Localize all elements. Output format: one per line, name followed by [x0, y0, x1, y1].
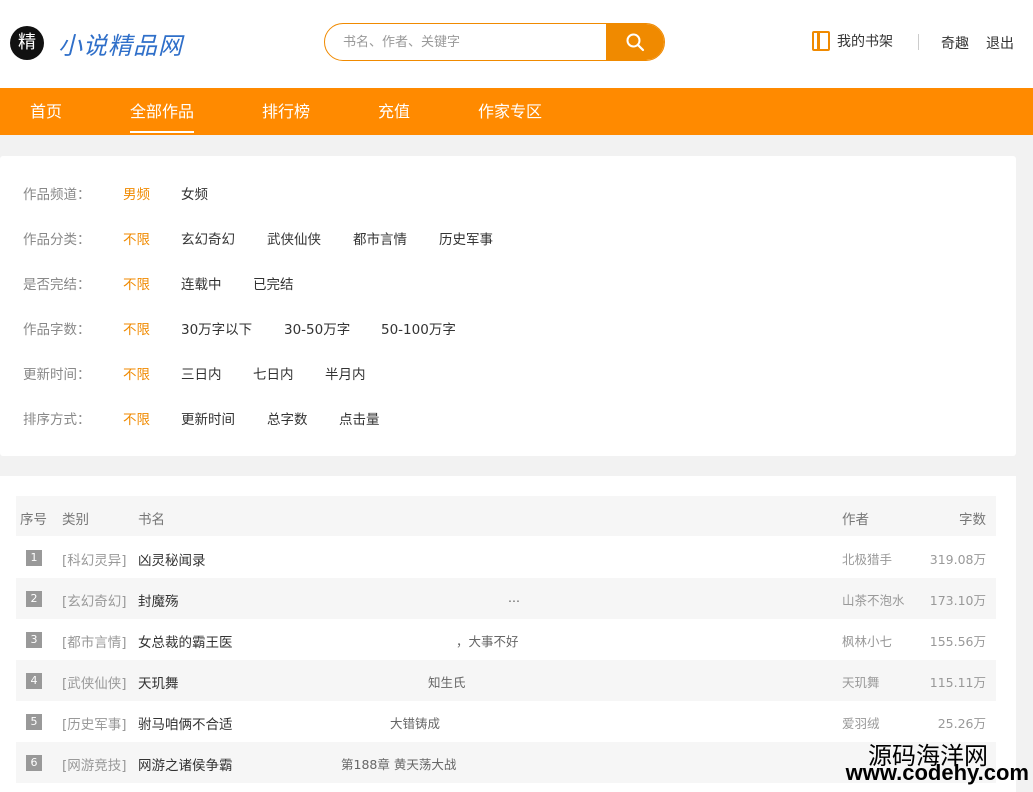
filter-option[interactable]: 半月内: [325, 363, 366, 383]
bookshelf-link[interactable]: 我的书架: [812, 31, 893, 51]
header-type: 类别: [62, 512, 89, 528]
word-count: 25.26万: [937, 716, 986, 731]
book-category: [都市言情]: [62, 635, 127, 651]
search-input[interactable]: [325, 24, 608, 60]
bookshelf-label: 我的书架: [837, 34, 893, 50]
search-box: [324, 23, 665, 61]
header-words: 字数: [959, 512, 986, 528]
rank-badge: 5: [26, 714, 42, 730]
filter-option[interactable]: 总字数: [267, 408, 308, 428]
user-name-link[interactable]: 奇趣: [941, 33, 969, 53]
book-category: [武侠仙侠]: [62, 676, 127, 692]
word-count: 155.56万: [929, 634, 986, 649]
rank-badge: 4: [26, 673, 42, 689]
nav-ranking[interactable]: 排行榜: [262, 88, 310, 135]
filter-option[interactable]: 历史军事: [439, 228, 493, 248]
watermark-url: www.codehy.com: [845, 760, 1029, 785]
book-title-link[interactable]: 网游之诸侯争霸: [138, 754, 233, 774]
rank-badge: 2: [26, 591, 42, 607]
filter-option[interactable]: 30万字以下: [181, 318, 252, 338]
author-link[interactable]: 山茶不泡水: [842, 590, 905, 609]
nav-all-works[interactable]: 全部作品: [130, 88, 195, 135]
author-link[interactable]: 枫林小七: [842, 631, 892, 650]
filter-option[interactable]: 不限: [123, 408, 150, 428]
rank-badge: 3: [26, 632, 42, 648]
book-title-link[interactable]: 驸马咱俩不合适: [138, 713, 233, 733]
filter-option[interactable]: 30-50万字: [284, 318, 350, 338]
filter-option[interactable]: 女频: [181, 183, 208, 203]
filter-option[interactable]: 不限: [123, 363, 150, 383]
filter-option[interactable]: 不限: [123, 318, 150, 338]
filter-panel: 作品频道： 男频 女频 作品分类： 不限 玄幻奇幻 武侠仙侠 都市言情 历史军事…: [0, 156, 1016, 456]
book-title-link[interactable]: 凶灵秘闻录: [138, 549, 206, 569]
table-row: 3 [都市言情] 女总裁的霸王医 ，大事不好 枫林小七 155.56万: [16, 619, 996, 660]
latest-chapter-link[interactable]: 知生氏: [428, 672, 466, 691]
filter-option[interactable]: 更新时间: [181, 408, 235, 428]
table-header: 序号 类别 书名 作者 字数: [16, 496, 996, 536]
site-header: 精 小说精品网 我的书架 奇趣 退出: [0, 0, 1033, 88]
filter-label: 是否完结：: [23, 277, 91, 293]
logout-link[interactable]: 退出: [986, 33, 1014, 53]
filter-option[interactable]: 武侠仙侠: [267, 228, 321, 248]
word-count: 173.10万: [929, 593, 986, 608]
latest-chapter-link[interactable]: ，大事不好: [456, 631, 519, 650]
table-row: 1 [科幻灵异] 凶灵秘闻录 北极猎手 319.08万: [16, 537, 996, 578]
search-icon: [626, 33, 645, 52]
logo-mark[interactable]: 精: [10, 26, 44, 60]
rank-badge: 6: [26, 755, 42, 771]
rank-badge: 1: [26, 550, 42, 566]
table-row: 5 [历史军事] 驸马咱俩不合适 大错铸成 爱羽绒 25.26万: [16, 701, 996, 742]
table-row: 4 [武侠仙侠] 天玑舞 知生氏 天玑舞 115.11万: [16, 660, 996, 701]
book-title-link[interactable]: 天玑舞: [138, 672, 179, 692]
book-title-link[interactable]: 女总裁的霸王医: [138, 631, 233, 651]
nav-home[interactable]: 首页: [30, 88, 62, 135]
header-rank: 序号: [20, 512, 47, 528]
filter-label: 排序方式：: [23, 412, 91, 428]
nav-author-zone[interactable]: 作家专区: [478, 88, 542, 135]
nav-recharge[interactable]: 充值: [378, 88, 410, 135]
word-count: 115.11万: [929, 675, 986, 690]
author-link[interactable]: 北极猎手: [842, 549, 892, 568]
filter-label: 更新时间：: [23, 367, 91, 383]
latest-chapter-link[interactable]: 第188章 黄天荡大战: [341, 754, 456, 773]
author-link[interactable]: 天玑舞: [842, 672, 880, 691]
filter-option[interactable]: 不限: [123, 273, 150, 293]
filter-option[interactable]: 男频: [123, 183, 150, 203]
filter-option[interactable]: 七日内: [253, 363, 294, 383]
author-link[interactable]: 爱羽绒: [842, 713, 880, 732]
book-category: [玄幻奇幻]: [62, 594, 127, 610]
book-category: [科幻灵异]: [62, 553, 127, 569]
filter-label: 作品频道：: [23, 187, 91, 203]
search-button[interactable]: [606, 24, 664, 60]
filter-option[interactable]: 连载中: [181, 273, 222, 293]
filter-option[interactable]: 50-100万字: [381, 318, 456, 338]
word-count: 319.08万: [929, 552, 986, 567]
filter-option[interactable]: 点击量: [339, 408, 380, 428]
latest-chapter-link[interactable]: ...: [508, 590, 520, 605]
filter-option[interactable]: 都市言情: [353, 228, 407, 248]
site-logo-text[interactable]: 小说精品网: [58, 26, 183, 61]
book-category: [历史军事]: [62, 717, 127, 733]
filter-option[interactable]: 三日内: [181, 363, 222, 383]
header-title: 书名: [138, 512, 165, 528]
filter-label: 作品字数：: [23, 322, 91, 338]
book-title-link[interactable]: 封魔殇: [138, 590, 179, 610]
book-list-panel: 序号 类别 书名 作者 字数 1 [科幻灵异] 凶灵秘闻录 北极猎手 319.0…: [0, 476, 1016, 792]
filter-option[interactable]: 玄幻奇幻: [181, 228, 235, 248]
filter-option[interactable]: 已完结: [253, 273, 294, 293]
latest-chapter-link[interactable]: 大错铸成: [390, 713, 440, 732]
table-row: 2 [玄幻奇幻] 封魔殇 ... 山茶不泡水 173.10万: [16, 578, 996, 619]
header-author: 作者: [842, 512, 869, 528]
filter-label: 作品分类：: [23, 232, 91, 248]
book-category: [网游竞技]: [62, 758, 127, 774]
bookshelf-icon: [812, 31, 830, 51]
header-divider: [918, 34, 919, 50]
main-nav: 首页 全部作品 排行榜 充值 作家专区: [0, 88, 1033, 135]
filter-option[interactable]: 不限: [123, 228, 150, 248]
